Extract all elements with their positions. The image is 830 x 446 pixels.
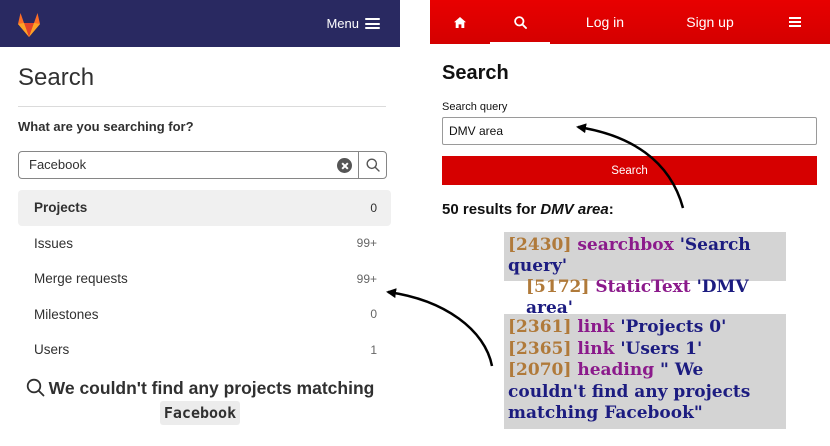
annotation-line: [5172] StaticText 'DMV area' xyxy=(508,277,786,319)
nav-item-label: Merge requests xyxy=(34,271,128,287)
empty-state-heading: We couldn't find any projects matching F… xyxy=(0,376,400,425)
search-tab[interactable] xyxy=(490,0,550,44)
annotation-role: StaticText xyxy=(595,277,691,297)
menu-button[interactable] xyxy=(770,0,820,44)
nav-item-count: 0 xyxy=(370,200,377,215)
nav-item-label: Projects xyxy=(34,200,88,216)
results-suffix: : xyxy=(608,201,614,218)
results-prefix: 50 results for xyxy=(442,201,541,218)
annotation-text: 'Users 1' xyxy=(620,338,703,359)
annotation-id: [2365] xyxy=(508,338,572,359)
annotation-box-gitlab: [2361] link 'Projects 0' [2365] link 'Us… xyxy=(504,314,786,429)
nav-item-count: 99+ xyxy=(356,271,377,286)
annotation-role: link xyxy=(577,338,615,359)
empty-state-term: Facebook xyxy=(159,401,241,425)
nav-item-count: 0 xyxy=(370,307,377,322)
hamburger-menu-icon xyxy=(789,17,801,27)
nav-item-count: 99+ xyxy=(356,236,377,251)
annotation-box-osm: [2430] searchbox 'Search query' [5172] S… xyxy=(504,232,786,318)
gitlab-logo-icon[interactable] xyxy=(14,10,44,38)
divider xyxy=(18,106,386,107)
home-icon xyxy=(454,16,466,28)
signup-link[interactable]: Sign up xyxy=(665,0,755,44)
nav-item-merge-requests[interactable]: Merge requests 99+ xyxy=(18,261,391,297)
search-button[interactable] xyxy=(358,152,386,178)
gitlab-panel: Menu Search What are you searching for? … xyxy=(0,0,400,446)
annotation-role: heading xyxy=(577,360,655,380)
annotation-id: [2430] xyxy=(508,235,572,255)
annotation-id: [5172] xyxy=(526,277,590,297)
search-icon xyxy=(26,378,45,397)
search-query-label: Search query xyxy=(442,101,508,113)
osm-header: Log in Sign up xyxy=(430,0,830,44)
clear-icon[interactable] xyxy=(337,158,352,173)
page-title: Search xyxy=(442,62,509,84)
annotation-id: [2361] xyxy=(508,317,572,337)
home-tab[interactable] xyxy=(430,0,490,44)
search-scope-nav: Projects 0 Issues 99+ Merge requests 99+… xyxy=(18,190,391,368)
annotation-line: [2361] link 'Projects 0' xyxy=(508,317,786,339)
nav-item-label: Milestones xyxy=(34,306,99,322)
search-question-label: What are you searching for? xyxy=(18,119,194,134)
search-box: Facebook xyxy=(18,151,387,179)
nav-item-projects[interactable]: Projects 0 xyxy=(18,190,391,226)
annotation-line: [2430] searchbox 'Search query' xyxy=(508,235,786,277)
menu-button[interactable]: Menu xyxy=(326,0,380,47)
nav-item-label: Users xyxy=(34,342,70,358)
annotation-role: link xyxy=(577,317,615,337)
results-term: DMV area xyxy=(540,201,609,218)
nav-item-label: Issues xyxy=(34,235,74,251)
annotation-text: 'Projects 0' xyxy=(620,317,727,337)
results-heading: 50 results for DMV area: xyxy=(442,201,614,218)
search-icon xyxy=(513,15,527,29)
annotation-line: [2365] link 'Users 1' xyxy=(508,339,786,361)
search-input[interactable]: Facebook xyxy=(29,152,319,178)
login-link[interactable]: Log in xyxy=(560,0,650,44)
nav-item-milestones[interactable]: Milestones 0 xyxy=(18,297,391,333)
search-button[interactable]: Search xyxy=(442,156,817,185)
hamburger-icon xyxy=(365,18,380,29)
annotation-role: searchbox xyxy=(577,235,674,255)
annotation-id: [2070] xyxy=(508,360,572,380)
search-query-input[interactable]: DMV area xyxy=(442,117,817,145)
nav-item-users[interactable]: Users 1 xyxy=(18,332,391,368)
nav-item-issues[interactable]: Issues 99+ xyxy=(18,226,391,262)
annotation-line: [2070] heading " We couldn't find any pr… xyxy=(508,360,786,425)
empty-state-text: We couldn't find any projects matching xyxy=(48,378,375,398)
nav-item-count: 1 xyxy=(370,342,377,357)
gitlab-header: Menu xyxy=(0,0,400,47)
search-icon xyxy=(366,158,380,172)
page-title: Search xyxy=(18,64,95,91)
menu-label: Menu xyxy=(326,16,359,31)
